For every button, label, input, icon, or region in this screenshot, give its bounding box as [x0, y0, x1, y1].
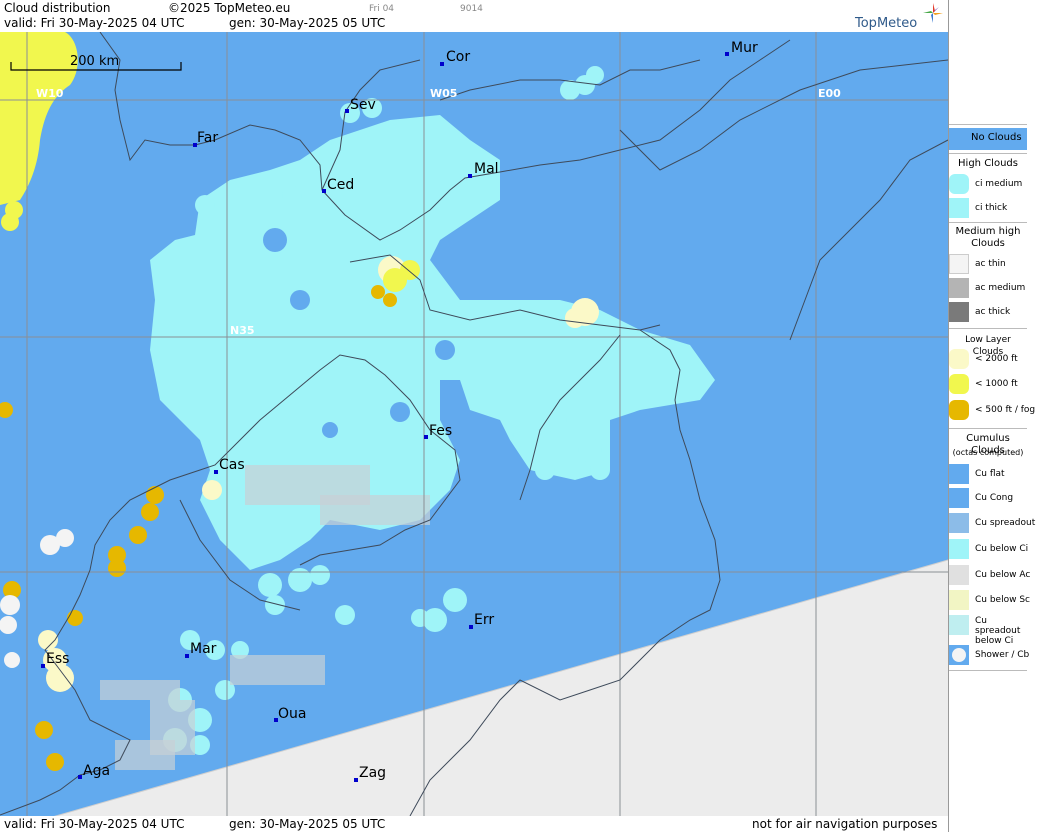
footer-generated-time: gen: 30-May-2025 05 UTC	[229, 817, 386, 831]
grid-label-n35: N35	[230, 324, 255, 337]
legend-divider	[949, 222, 1027, 223]
medium-clouds-heading: Medium high Clouds	[955, 226, 1021, 249]
scale-label: 200 km	[70, 54, 119, 69]
ac-thick-label: ac thick	[975, 307, 1011, 317]
cu-flat-swatch	[949, 464, 969, 484]
low-2000-label: < 2000 ft	[975, 354, 1018, 364]
legend-ci-thick: ci thick	[949, 198, 1029, 218]
city-label-mur: Mur	[731, 40, 758, 56]
map-footer: valid: Fri 30-May-2025 04 UTC gen: 30-Ma…	[0, 816, 948, 832]
legend-shower-cb: Shower / Cb	[949, 645, 1029, 665]
city-label-fes: Fes	[429, 423, 452, 439]
legend-low-2000: < 2000 ft	[949, 349, 1029, 369]
ci-medium-swatch	[949, 174, 969, 194]
no-clouds-label: No Clouds	[971, 132, 1022, 143]
low-1000-label: < 1000 ft	[975, 379, 1018, 389]
disclaimer-text: not for air navigation purposes	[752, 817, 938, 831]
legend-no-clouds: No Clouds	[949, 128, 1029, 150]
generated-time: gen: 30-May-2025 05 UTC	[229, 16, 386, 30]
legend-cu-below-ci: Cu below Ci	[949, 539, 1029, 559]
cu-spreadout-ci-label: Cu spreadout below Ci	[975, 616, 1021, 646]
city-label-ess: Ess	[46, 651, 69, 667]
low-500-label: < 500 ft / fog	[975, 405, 1036, 415]
city-label-zag: Zag	[359, 765, 386, 781]
low-2000-swatch	[949, 349, 969, 369]
cu-cong-swatch	[949, 488, 969, 508]
low-1000-swatch	[949, 374, 969, 394]
topmeteo-logo: TopMeteo	[855, 2, 945, 32]
low-500-swatch	[949, 400, 969, 420]
legend-low-500: < 500 ft / fog	[949, 400, 1035, 420]
city-label-far: Far	[197, 130, 218, 146]
faint-code-label: 9014	[460, 4, 483, 14]
grid-label-w05: W05	[430, 87, 457, 100]
cu-below-ci-swatch	[949, 539, 969, 559]
ci-thick-swatch	[949, 198, 969, 218]
city-label-sev: Sev	[350, 97, 376, 113]
legend-cu-below-sc: Cu below Sc	[949, 590, 1030, 610]
city-label-err: Err	[474, 612, 494, 628]
brand-name: TopMeteo	[855, 16, 918, 31]
faint-day-label: Fri 04	[369, 4, 395, 14]
ac-medium-label: ac medium	[975, 283, 1026, 293]
ci-thick-label: ci thick	[975, 203, 1008, 213]
valid-time: valid: Fri 30-May-2025 04 UTC	[4, 16, 185, 30]
map-header: Cloud distribution ©2025 TopMeteo.eu Fri…	[0, 0, 948, 32]
cu-flat-label: Cu flat	[975, 469, 1005, 479]
cumulus-subheading: (octas computed)	[952, 448, 1024, 457]
city-label-ced: Ced	[327, 177, 354, 193]
cu-below-sc-label: Cu below Sc	[975, 595, 1030, 605]
shower-cb-label: Shower / Cb	[975, 650, 1030, 660]
cu-cong-label: Cu Cong	[975, 493, 1014, 503]
copyright-text: ©2025 TopMeteo.eu	[168, 1, 291, 15]
cu-below-ac-label: Cu below Ac	[975, 570, 1031, 580]
legend-low-1000: < 1000 ft	[949, 374, 1029, 394]
city-label-mal: Mal	[474, 161, 499, 177]
ci-medium-label: ci medium	[975, 179, 1023, 189]
legend-divider	[949, 124, 1027, 125]
cu-below-sc-swatch	[949, 590, 969, 610]
city-label-cas: Cas	[219, 457, 245, 473]
map-title: Cloud distribution	[4, 1, 111, 15]
cu-below-ci-label: Cu below Ci	[975, 544, 1029, 554]
legend-ac-medium: ac medium	[949, 278, 1029, 298]
shower-cb-swatch	[949, 645, 969, 665]
city-label-aga: Aga	[83, 763, 110, 779]
cu-spreadout-ci-swatch	[949, 615, 969, 635]
legend-cu-flat: Cu flat	[949, 464, 1029, 484]
legend-divider	[949, 153, 1027, 154]
ac-thin-swatch	[949, 254, 969, 274]
cu-spreadout-swatch	[949, 513, 969, 533]
legend-cu-cong: Cu Cong	[949, 488, 1029, 508]
legend-ci-medium: ci medium	[949, 174, 1029, 194]
legend-ac-thick: ac thick	[949, 302, 1029, 322]
legend-panel: No Clouds High Clouds ci medium ci thick…	[948, 0, 1039, 832]
cloud-map[interactable]: 200 km W10 W05 E00 N35 Cor Mur Sev Far C…	[0, 32, 948, 816]
legend-cu-spreadout-ci: Cu spreadout below Ci	[949, 615, 1029, 646]
legend-cu-below-ac: Cu below Ac	[949, 565, 1031, 585]
cu-below-ac-swatch	[949, 565, 969, 585]
city-label-oua: Oua	[278, 706, 306, 722]
city-label-mar: Mar	[190, 641, 217, 657]
legend-ac-thin: ac thin	[949, 254, 1029, 274]
legend-divider	[949, 328, 1027, 329]
legend-cu-spreadout: Cu spreadout	[949, 513, 1035, 533]
grid-label-w10: W10	[36, 87, 64, 100]
legend-divider	[949, 428, 1027, 429]
grid-label-e00: E00	[818, 87, 841, 100]
ac-thick-swatch	[949, 302, 969, 322]
city-label-cor: Cor	[446, 49, 470, 65]
ac-thin-label: ac thin	[975, 259, 1006, 269]
legend-divider	[949, 670, 1027, 671]
ac-medium-swatch	[949, 278, 969, 298]
cu-spreadout-label: Cu spreadout	[975, 518, 1036, 528]
footer-valid-time: valid: Fri 30-May-2025 04 UTC	[4, 817, 185, 831]
high-clouds-heading: High Clouds	[958, 158, 1018, 169]
